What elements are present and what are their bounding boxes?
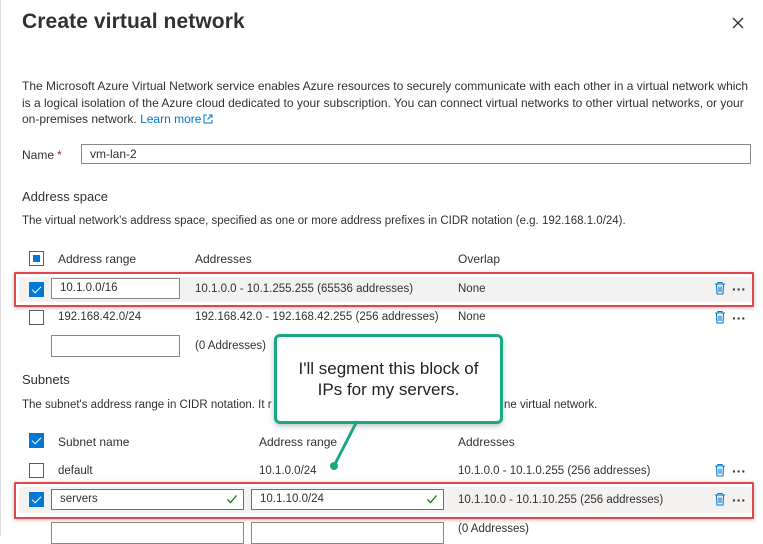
subnets-description-end: ne virtual network. xyxy=(504,399,598,411)
highlight-box xyxy=(14,272,754,307)
page-title: Create virtual network xyxy=(22,10,245,33)
select-all-subnets-checkbox[interactable] xyxy=(29,433,44,448)
external-link-icon xyxy=(203,114,213,124)
subnet-row-addresses: 10.1.0.0 - 10.1.0.255 (256 addresses) xyxy=(458,465,651,477)
intro-description: The Microsoft Azure Virtual Network serv… xyxy=(22,78,752,128)
address-row-checkbox[interactable] xyxy=(29,310,44,325)
more-icon[interactable]: ··· xyxy=(732,311,746,325)
select-all-address-checkbox[interactable] xyxy=(29,251,44,266)
address-space-description: The virtual network's address space, spe… xyxy=(22,215,626,227)
new-address-range-input[interactable] xyxy=(51,335,180,357)
col-overlap: Overlap xyxy=(458,252,501,266)
callout-pointer xyxy=(330,420,359,470)
annotation-text: I'll segment this block of IPs for my se… xyxy=(298,359,479,399)
learn-more-link[interactable]: Learn more xyxy=(140,112,213,126)
delete-icon[interactable] xyxy=(714,463,726,477)
highlight-box xyxy=(14,482,754,519)
col-address-range: Address range xyxy=(58,252,137,266)
col-addresses: Addresses xyxy=(195,252,252,266)
col-subnet-name: Subnet name xyxy=(58,435,130,449)
delete-icon[interactable] xyxy=(714,310,726,324)
address-row-overlap: None xyxy=(458,311,486,323)
annotation-callout: I'll segment this block of IPs for my se… xyxy=(274,334,503,424)
name-label: Name * xyxy=(22,148,62,162)
subnets-description-start: The subnet's address range in CIDR notat… xyxy=(22,399,272,411)
more-icon[interactable]: ··· xyxy=(732,464,746,478)
col-subnet-addresses: Addresses xyxy=(458,435,515,449)
subnet-row-name: default xyxy=(58,465,93,477)
subnets-heading: Subnets xyxy=(22,372,70,387)
name-input[interactable] xyxy=(81,144,751,164)
new-subnet-range-input[interactable] xyxy=(251,522,444,544)
address-row-addresses: 192.168.42.0 - 192.168.42.255 (256 addre… xyxy=(195,311,439,323)
intro-text: The Microsoft Azure Virtual Network serv… xyxy=(22,79,749,126)
address-space-heading: Address space xyxy=(22,189,108,204)
address-row-range: 192.168.42.0/24 xyxy=(58,311,142,323)
subnet-row-checkbox[interactable] xyxy=(29,463,44,478)
close-icon[interactable] xyxy=(727,12,749,34)
subnet-row-range: 10.1.0.0/24 xyxy=(259,465,317,477)
create-vnet-panel: Create virtual network The Microsoft Azu… xyxy=(0,0,763,544)
new-row-addresses: (0 Addresses) xyxy=(195,340,266,352)
new-subnet-name-input[interactable] xyxy=(51,522,244,544)
new-subnet-addresses: (0 Addresses) xyxy=(458,523,529,535)
